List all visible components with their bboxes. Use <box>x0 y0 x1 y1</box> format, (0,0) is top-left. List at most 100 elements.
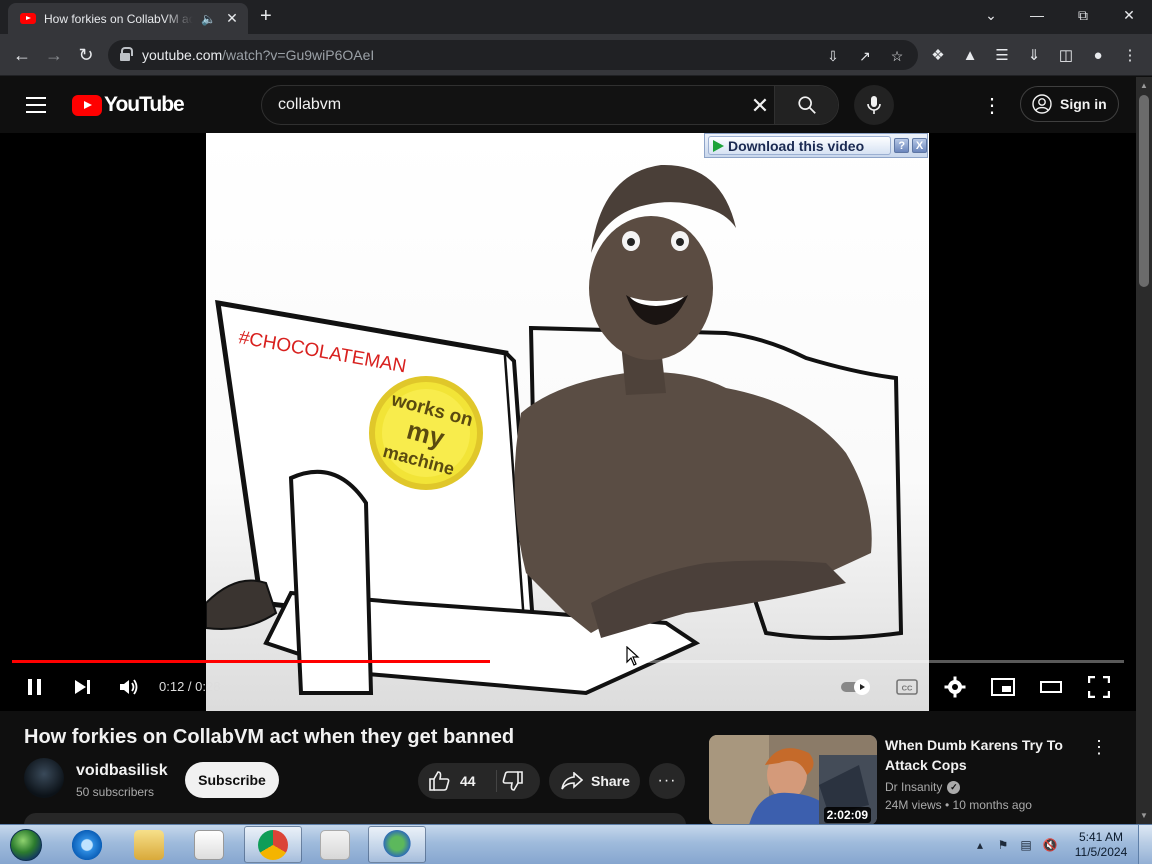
like-count: 44 <box>460 773 476 789</box>
restore-window-button[interactable]: ⧉ <box>1060 0 1106 30</box>
search-button[interactable] <box>774 86 838 124</box>
minimize-window-button[interactable]: — <box>1014 0 1060 30</box>
volume-button[interactable] <box>117 675 141 699</box>
bookmark-star-icon[interactable]: ☆ <box>888 47 906 65</box>
taskbar-media-player[interactable] <box>180 826 238 863</box>
search-input[interactable]: collabvm <box>278 96 341 114</box>
sign-in-label: Sign in <box>1060 96 1107 112</box>
miniplayer-button[interactable] <box>991 675 1015 699</box>
gear-icon <box>944 676 966 698</box>
chrome-menu-icon[interactable]: ⋮ <box>1120 45 1140 65</box>
volume-muted-icon[interactable]: 🔇 <box>1042 837 1058 853</box>
channel-avatar[interactable] <box>24 758 64 798</box>
verified-check-icon: ✓ <box>947 780 961 794</box>
dislike-button[interactable] <box>502 771 524 796</box>
install-app-icon[interactable]: ⇩ <box>824 47 842 65</box>
guide-menu-icon[interactable] <box>26 97 46 113</box>
voice-search-button[interactable] <box>854 85 894 125</box>
settings-kebab-icon[interactable]: ⋮ <box>982 93 1002 117</box>
media-queue-icon[interactable]: ☰ <box>992 45 1012 65</box>
media-player-icon <box>194 829 224 860</box>
audio-playing-icon[interactable]: 🔈 <box>201 12 216 26</box>
page-scrollbar[interactable]: ▲ ▼ <box>1136 77 1152 824</box>
taskbar-clock[interactable]: 5:41 AM 11/5/2024 <box>1068 830 1134 860</box>
reload-button[interactable]: ↻ <box>74 43 98 67</box>
taskbar-chrome[interactable] <box>244 826 302 863</box>
share-button[interactable]: Share <box>549 763 640 799</box>
close-tab-icon[interactable]: ✕ <box>224 10 240 27</box>
more-actions-button[interactable]: ··· <box>649 763 685 799</box>
microphone-icon <box>867 96 881 114</box>
subtitles-button[interactable]: CC <box>895 675 919 699</box>
back-button[interactable]: ← <box>10 43 34 67</box>
download-play-icon <box>713 139 724 152</box>
download-help-button[interactable]: ? <box>894 138 910 153</box>
recommended-channel[interactable]: Dr Insanity ✓ <box>885 780 961 794</box>
like-button[interactable]: 44 <box>428 771 476 791</box>
url-text[interactable]: youtube.com/watch?v=Gu9wiP6OAeI <box>142 47 374 63</box>
new-tab-button[interactable]: + <box>260 6 272 26</box>
thumbs-down-icon <box>502 771 523 791</box>
miniplayer-icon <box>991 678 1015 696</box>
share-label: Share <box>591 773 630 789</box>
side-panel-icon[interactable]: ◫ <box>1056 45 1076 65</box>
taskbar-internet-explorer[interactable] <box>58 826 116 863</box>
youtube-logo[interactable]: YouTube <box>72 93 185 117</box>
pause-button[interactable] <box>23 675 47 699</box>
show-hidden-icons-arrow[interactable]: ▴ <box>972 837 988 853</box>
search-icon <box>797 96 816 114</box>
taskbar-file-explorer[interactable] <box>120 826 178 863</box>
tab-search-icon[interactable]: ⌄ <box>968 0 1014 30</box>
recommended-title[interactable]: When Dumb Karens Try To Attack Cops <box>885 735 1075 775</box>
share-page-icon[interactable]: ↗ <box>856 47 874 65</box>
subscriber-count: 50 subscribers <box>76 785 155 799</box>
channel-name[interactable]: voidbasilisk <box>76 762 168 780</box>
progress-bar[interactable] <box>12 660 1124 663</box>
show-desktop-button[interactable] <box>1138 825 1152 864</box>
clear-search-icon[interactable]: ✕ <box>746 92 774 120</box>
scroll-down-icon[interactable]: ▼ <box>1140 811 1148 820</box>
search-box[interactable]: collabvm ✕ <box>261 85 839 125</box>
chrome-icon <box>258 829 288 860</box>
download-video-button[interactable]: Download this video <box>708 136 892 155</box>
theater-mode-button[interactable] <box>1039 675 1063 699</box>
youtube-logo-text: YouTube <box>104 93 185 116</box>
mouse-cursor-icon <box>626 646 640 666</box>
close-window-button[interactable]: ✕ <box>1106 0 1152 30</box>
start-button[interactable] <box>6 828 46 862</box>
video-player[interactable]: #CHOCOLATEMAN works on my machine 0:12 /… <box>0 133 1136 711</box>
profile-icon[interactable]: ● <box>1088 45 1108 65</box>
scrollbar-thumb[interactable] <box>1139 95 1149 287</box>
download-close-button[interactable]: X <box>912 138 927 153</box>
settings-button[interactable] <box>943 675 967 699</box>
browser-tab[interactable]: How forkies on CollabVM act when they ge… <box>8 3 248 34</box>
closed-captions-icon: CC <box>896 679 918 695</box>
downloads-icon[interactable]: ⇓ <box>1024 45 1044 65</box>
pause-icon <box>28 679 41 695</box>
labs-flask-icon[interactable]: ▲ <box>960 45 980 65</box>
forward-button[interactable]: → <box>42 43 66 67</box>
network-icon[interactable]: ▤ <box>1018 837 1034 853</box>
sign-in-button[interactable]: Sign in <box>1020 86 1119 122</box>
action-center-flag-icon[interactable]: ⚑ <box>995 837 1011 853</box>
download-video-label: Download this video <box>728 137 865 154</box>
lock-icon[interactable] <box>120 47 133 61</box>
clock-date: 11/5/2024 <box>1074 845 1128 859</box>
taskbar-download-manager[interactable] <box>368 826 426 863</box>
recommended-thumbnail[interactable]: 2:02:09 <box>709 735 877 825</box>
scroll-up-icon[interactable]: ▲ <box>1140 81 1148 90</box>
taskbar-java[interactable] <box>306 826 364 863</box>
recommended-menu-icon[interactable]: ⋮ <box>1090 737 1108 758</box>
autoplay-toggle[interactable] <box>840 675 874 699</box>
fullscreen-button[interactable] <box>1087 675 1111 699</box>
svg-text:CC: CC <box>902 684 913 693</box>
extensions-puzzle-icon[interactable]: ❖ <box>928 45 948 65</box>
next-video-button[interactable] <box>70 675 94 699</box>
address-bar[interactable]: youtube.com/watch?v=Gu9wiP6OAeI ⇩ ↗ ☆ <box>108 40 918 70</box>
youtube-favicon-icon <box>20 13 36 24</box>
video-content-illustration: #CHOCOLATEMAN works on my machine <box>206 164 904 696</box>
download-manager-icon <box>382 829 412 860</box>
thumbs-up-icon <box>429 771 450 791</box>
subscribe-button[interactable]: Subscribe <box>185 762 279 798</box>
video-frame[interactable]: #CHOCOLATEMAN works on my machine <box>206 133 929 711</box>
